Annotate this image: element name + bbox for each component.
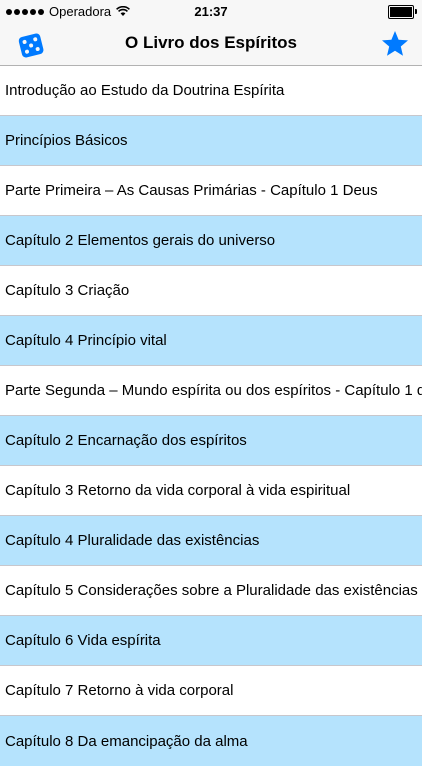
list-item[interactable]: Capítulo 2 Elementos gerais do universo <box>0 216 422 266</box>
list-item[interactable]: Capítulo 6 Vida espírita <box>0 616 422 666</box>
dice-button[interactable] <box>16 30 46 60</box>
list-item[interactable]: Introdução ao Estudo da Doutrina Espírit… <box>0 66 422 116</box>
list-item[interactable]: Capítulo 2 Encarnação dos espíritos <box>0 416 422 466</box>
chapter-list: Introdução ao Estudo da Doutrina Espírit… <box>0 66 422 766</box>
status-bar: Operadora 21:37 <box>0 0 422 22</box>
list-item[interactable]: Capítulo 4 Pluralidade das existências <box>0 516 422 566</box>
list-item[interactable]: Capítulo 3 Retorno da vida corporal à vi… <box>0 466 422 516</box>
star-icon <box>382 31 408 56</box>
status-time: 21:37 <box>194 4 228 19</box>
list-item[interactable]: Parte Primeira – As Causas Primárias - C… <box>0 166 422 216</box>
list-item[interactable]: Capítulo 3 Criação <box>0 266 422 316</box>
list-item[interactable]: Capítulo 7 Retorno à vida corporal <box>0 666 422 716</box>
page-title: O Livro dos Espíritos <box>125 33 297 52</box>
favorites-button[interactable] <box>380 29 410 59</box>
list-item[interactable]: Princípios Básicos <box>0 116 422 166</box>
navigation-bar: O Livro dos Espíritos <box>0 22 422 66</box>
list-item[interactable]: Capítulo 8 Da emancipação da alma <box>0 716 422 766</box>
battery-icon <box>388 5 417 19</box>
list-item[interactable]: Parte Segunda – Mundo espírita ou dos es… <box>0 366 422 416</box>
list-item[interactable]: Capítulo 4 Princípio vital <box>0 316 422 366</box>
dice-icon <box>18 33 44 58</box>
list-item[interactable]: Capítulo 5 Considerações sobre a Plurali… <box>0 566 422 616</box>
